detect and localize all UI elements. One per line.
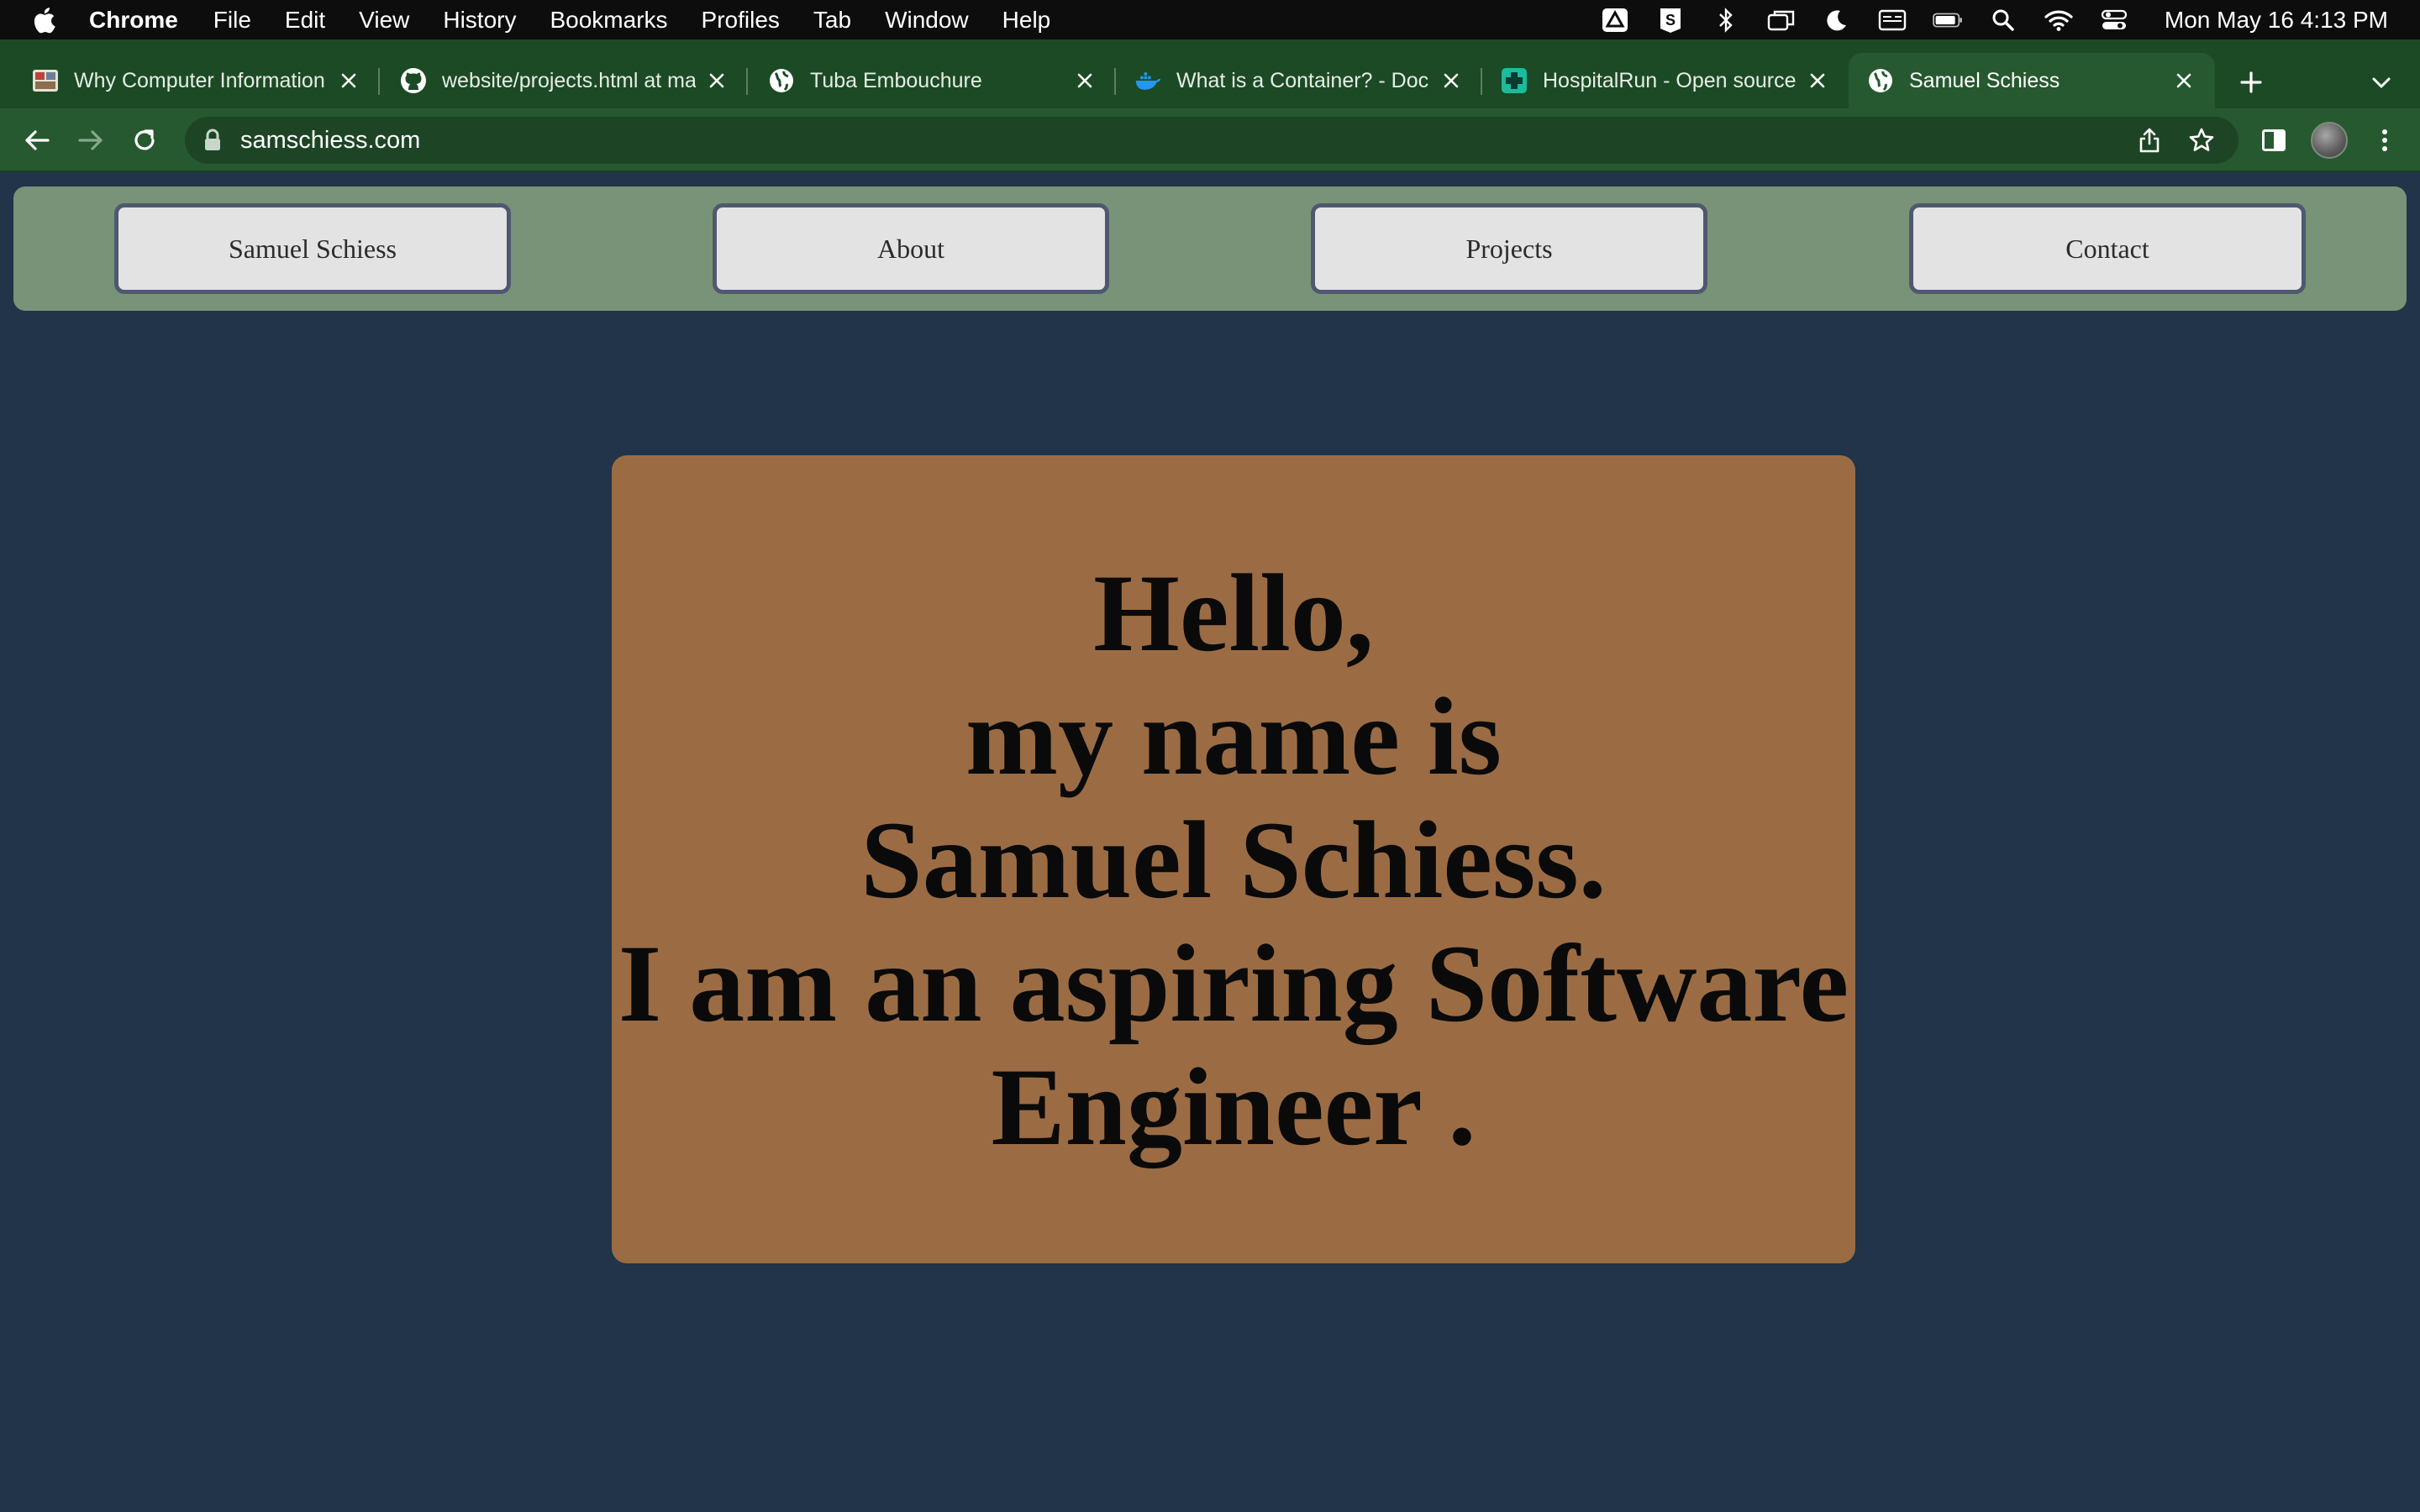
- lock-icon[interactable]: [203, 128, 224, 153]
- tab-samuel-schiess[interactable]: Samuel Schiess: [1849, 53, 2215, 108]
- scrivener-icon[interactable]: S: [1655, 7, 1686, 34]
- tab-title: HospitalRun - Open source: [1543, 68, 1797, 92]
- keyboard-input-icon[interactable]: [1877, 7, 1907, 34]
- hospitalrun-cross-icon: [1501, 67, 1528, 94]
- hero-intro-card: Hello, my name is Samuel Schiess. I am a…: [612, 455, 1855, 1263]
- tab-title: Why Computer Information: [74, 68, 325, 92]
- hero-tagline-end: Engineer .: [991, 1044, 1476, 1168]
- control-center-icon[interactable]: [2099, 7, 2129, 34]
- menu-view[interactable]: View: [359, 7, 409, 34]
- tab-title: Samuel Schiess: [1909, 68, 2060, 92]
- menu-app-chrome[interactable]: Chrome: [89, 7, 178, 34]
- hero-tagline: I am an aspiring Software: [618, 921, 1849, 1045]
- tab-search-chevron-down-icon[interactable]: [2365, 66, 2398, 100]
- back-arrow-icon[interactable]: [18, 122, 55, 159]
- globe-icon: [768, 67, 795, 94]
- menu-edit[interactable]: Edit: [285, 7, 325, 34]
- profile-avatar[interactable]: [2311, 122, 2348, 159]
- tab-close-icon[interactable]: [336, 68, 361, 93]
- hero-name-intro: my name is: [965, 674, 1502, 798]
- tab-title: website/projects.html at ma: [442, 68, 696, 92]
- wifi-icon[interactable]: [2044, 7, 2074, 34]
- bookmark-star-icon[interactable]: [2188, 127, 2215, 154]
- menu-bookmarks[interactable]: Bookmarks: [550, 7, 667, 34]
- tab-why-computer-information[interactable]: Why Computer Information: [0, 53, 380, 108]
- nav-button-about[interactable]: About: [713, 203, 1109, 294]
- drive-icon[interactable]: [1600, 7, 1630, 34]
- tab-close-icon[interactable]: [1805, 68, 1830, 93]
- tab-title: What is a Container? - Doc: [1176, 68, 1429, 92]
- menu-profiles[interactable]: Profiles: [702, 7, 780, 34]
- menu-history[interactable]: History: [443, 7, 516, 34]
- menu-file[interactable]: File: [213, 7, 251, 34]
- new-tab-button[interactable]: [2230, 61, 2272, 103]
- tab-close-icon[interactable]: [1072, 68, 1097, 93]
- svg-text:S: S: [1665, 12, 1676, 29]
- menu-tab[interactable]: Tab: [813, 7, 851, 34]
- hero-name: Samuel Schiess.: [860, 797, 1607, 921]
- tab-close-icon[interactable]: [1439, 68, 1464, 93]
- hero-greeting: Hello,: [1093, 550, 1374, 675]
- reload-icon[interactable]: [126, 122, 163, 159]
- screen-mirror-icon[interactable]: [1766, 7, 1797, 34]
- tab-close-icon[interactable]: [2171, 68, 2196, 93]
- macos-menu-bar: Chrome File Edit View History Bookmarks …: [0, 0, 2420, 39]
- tab-docker-container[interactable]: What is a Container? - Doc: [1116, 53, 1482, 108]
- tab-hospitalrun[interactable]: HospitalRun - Open source: [1482, 53, 1849, 108]
- nav-button-contact[interactable]: Contact: [1909, 203, 2306, 294]
- tab-tuba-embouchure[interactable]: Tuba Embouchure: [748, 53, 1116, 108]
- image-thumbnail-icon: [32, 67, 59, 94]
- forward-arrow-icon[interactable]: [72, 122, 109, 159]
- apple-logo-icon[interactable]: [32, 6, 55, 34]
- menu-help[interactable]: Help: [1002, 7, 1051, 34]
- address-bar[interactable]: samschiess.com: [185, 117, 2238, 164]
- side-panel-icon[interactable]: [2257, 123, 2291, 157]
- spotlight-search-icon[interactable]: [1988, 7, 2018, 34]
- nav-button-home[interactable]: Samuel Schiess: [114, 203, 511, 294]
- menu-bar-status-area: S Mon May 16 4:13 PM: [1600, 0, 2388, 39]
- bluetooth-icon[interactable]: [1711, 7, 1741, 34]
- globe-icon: [1867, 67, 1894, 94]
- more-vertical-icon[interactable]: [2368, 123, 2402, 157]
- menu-bar-clock[interactable]: Mon May 16 4:13 PM: [2165, 7, 2388, 34]
- browser-toolbar: samschiess.com: [0, 108, 2420, 172]
- focus-moon-icon[interactable]: [1822, 7, 1852, 34]
- browser-tab-strip: Why Computer Information website/project…: [0, 39, 2420, 108]
- site-navigation-bar: Samuel Schiess About Projects Contact: [13, 186, 2407, 311]
- menu-window[interactable]: Window: [885, 7, 969, 34]
- address-bar-url[interactable]: samschiess.com: [240, 127, 420, 155]
- share-icon[interactable]: [2136, 127, 2163, 154]
- tab-title: Tuba Embouchure: [810, 68, 982, 92]
- tab-github-projects[interactable]: website/projects.html at ma: [380, 53, 748, 108]
- tab-close-icon[interactable]: [704, 68, 729, 93]
- battery-icon[interactable]: [1933, 7, 1963, 34]
- nav-button-projects[interactable]: Projects: [1311, 203, 1707, 294]
- github-icon: [400, 67, 427, 94]
- docker-whale-icon: [1134, 67, 1161, 94]
